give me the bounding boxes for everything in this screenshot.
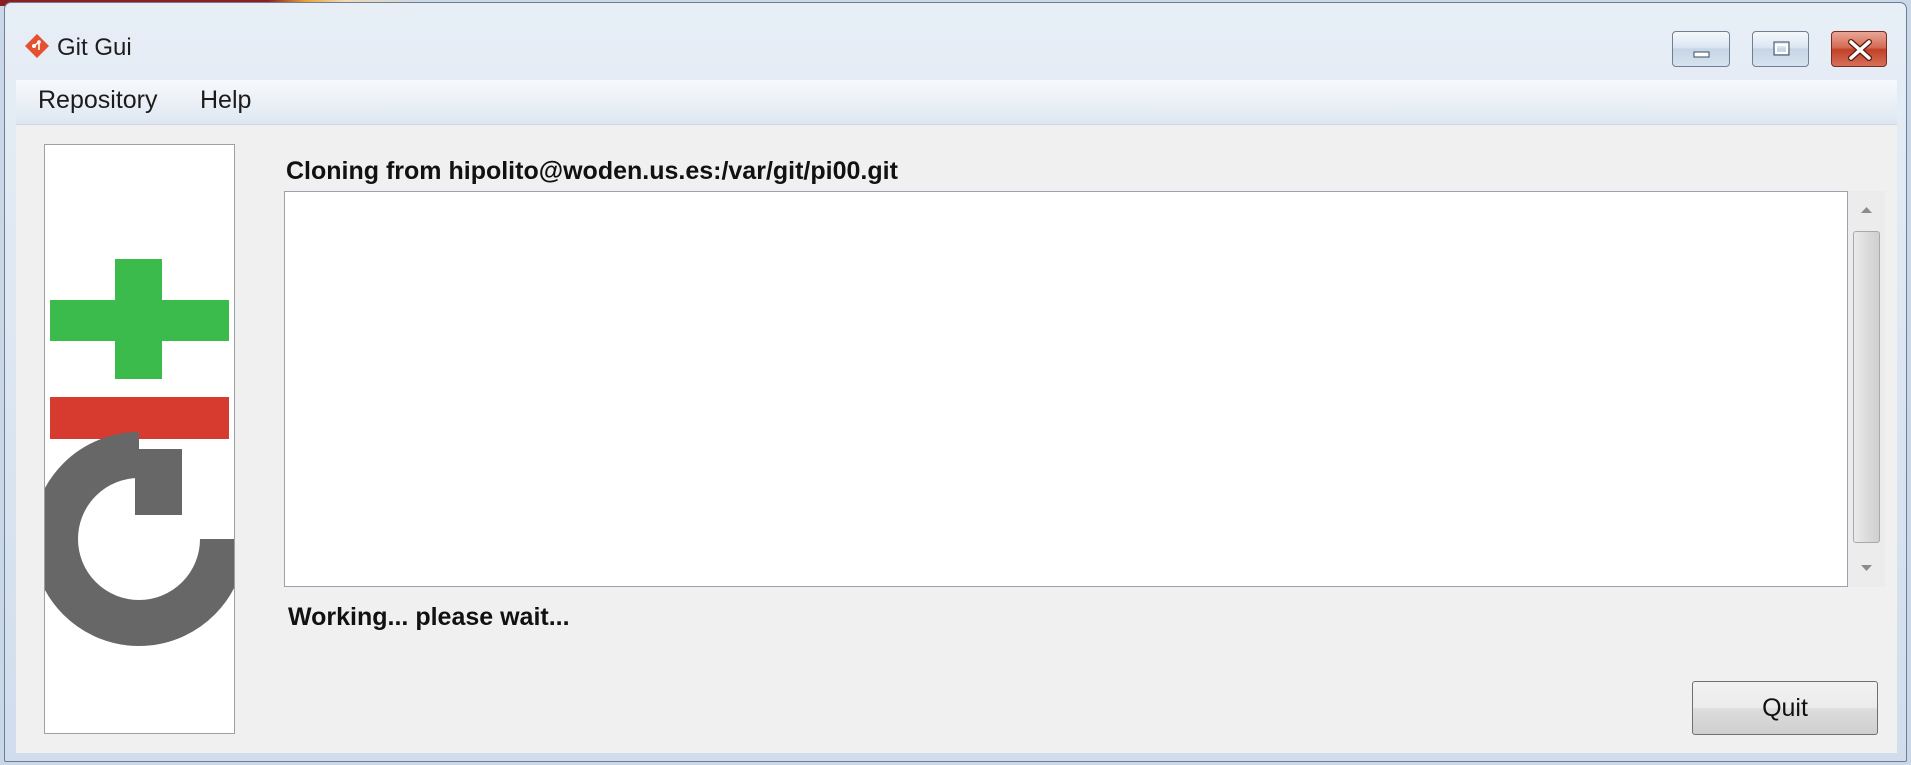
menu-bar: Repository Help — [16, 80, 1897, 125]
git-logo — [32, 144, 246, 734]
git-gui-window: Git Gui Repository Help Cloning from hip… — [4, 2, 1907, 762]
output-log[interactable] — [284, 191, 1848, 587]
scroll-down-arrow-icon[interactable] — [1848, 549, 1885, 587]
scroll-up-arrow-icon[interactable] — [1848, 191, 1885, 229]
title-bar[interactable]: Git Gui — [5, 3, 1906, 75]
maximize-icon — [1773, 41, 1790, 56]
minimize-icon — [1693, 51, 1710, 58]
window-title: Git Gui — [57, 34, 132, 61]
status-text: Working... please wait... — [288, 603, 570, 631]
git-logo-icon — [32, 259, 246, 646]
close-icon — [1848, 39, 1872, 61]
maximize-button[interactable] — [1752, 31, 1809, 67]
git-diamond-icon — [25, 34, 49, 58]
minimize-button[interactable] — [1672, 31, 1730, 67]
menu-repository[interactable]: Repository — [36, 86, 160, 115]
clone-progress-panel: Cloning from hipolito@woden.us.es:/var/g… — [16, 125, 1897, 753]
menu-help[interactable]: Help — [198, 86, 253, 115]
close-button[interactable] — [1831, 31, 1887, 67]
clone-source-heading: Cloning from hipolito@woden.us.es:/var/g… — [286, 157, 898, 185]
quit-button[interactable]: Quit — [1692, 681, 1878, 735]
vertical-scrollbar[interactable] — [1848, 191, 1885, 587]
scrollbar-thumb[interactable] — [1853, 231, 1880, 543]
